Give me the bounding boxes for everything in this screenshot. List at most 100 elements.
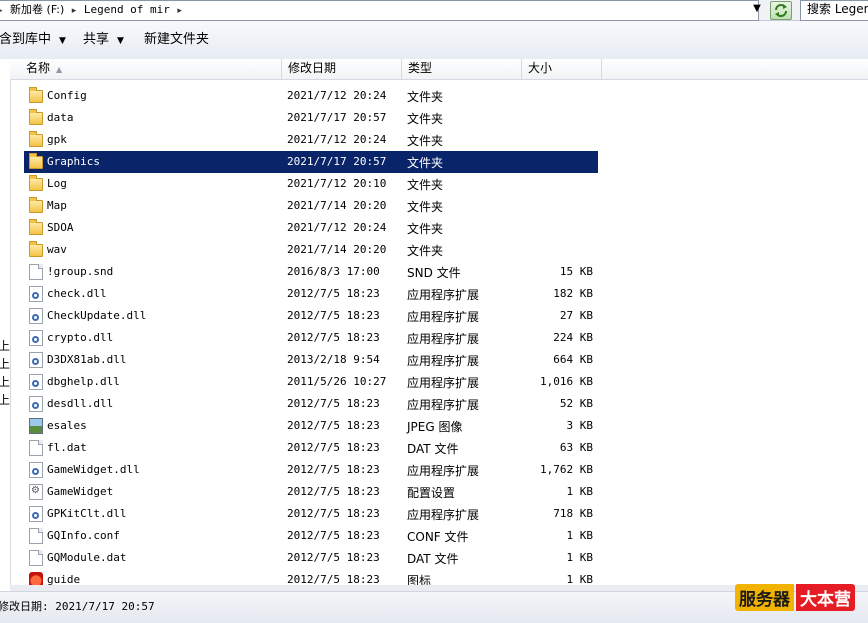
file-list[interactable]: Config 2021/7/12 20:24 文件夹 data 2021/7/17 20…: [10, 85, 868, 585]
dll-icon: [29, 330, 43, 346]
file-modified-date: 2021/7/17 20:57: [287, 155, 387, 168]
column-header-name[interactable]: 名称 ▲: [20, 59, 282, 79]
folder-icon: [29, 175, 43, 191]
file-modified-date: 2012/7/5 18:23: [287, 287, 380, 300]
breadcrumb[interactable]: ▸ 新加卷 (F:) ▸ Legend of mir ▸: [0, 0, 759, 21]
file-name: Map: [47, 199, 67, 212]
column-type-label: 类型: [408, 61, 433, 75]
folder-icon: [29, 153, 43, 169]
column-header-modified[interactable]: 修改日期: [282, 59, 402, 79]
file-row[interactable]: wav 2021/7/14 20:20 文件夹: [24, 239, 598, 261]
file-type: 文件夹: [407, 178, 444, 192]
file-modified-date: 2021/7/12 20:24: [287, 89, 387, 102]
sort-ascending-icon: ▲: [56, 65, 63, 74]
file-modified-date: 2021/7/12 20:24: [287, 221, 387, 234]
file-type: 应用程序扩展: [407, 354, 480, 368]
file-modified-date: 2021/7/17 20:57: [287, 111, 387, 124]
breadcrumb-drive[interactable]: 新加卷 (F:): [10, 3, 64, 16]
file-row[interactable]: crypto.dll 2012/7/5 18:23 应用程序扩展 224 KB: [24, 327, 598, 349]
file-row[interactable]: fl.dat 2012/7/5 18:23 DAT 文件 63 KB: [24, 437, 598, 459]
file-name: SDOA: [47, 221, 74, 234]
address-dropdown-button[interactable]: ▼: [748, 0, 766, 19]
file-row[interactable]: D3DX81ab.dll 2013/2/18 9:54 应用程序扩展 664 KB: [24, 349, 598, 371]
file-name: data: [47, 111, 74, 124]
file-row[interactable]: CheckUpdate.dll 2012/7/5 18:23 应用程序扩展 27 KB: [24, 305, 598, 327]
document-icon: [29, 550, 43, 566]
folder-icon: [29, 241, 43, 257]
file-row[interactable]: Graphics 2021/7/17 20:57 文件夹: [24, 151, 598, 173]
nav-item-fragment[interactable]: 上: [0, 373, 10, 390]
file-type: 应用程序扩展: [407, 332, 480, 346]
file-type: 应用程序扩展: [407, 464, 480, 478]
file-size: 718 KB: [553, 507, 593, 520]
file-name: fl.dat: [47, 441, 87, 454]
watermark-part2: 大本营: [796, 584, 855, 611]
file-modified-date: 2012/7/5 18:23: [287, 419, 380, 432]
file-name: desdll.dll: [47, 397, 114, 410]
include-in-library-label: 包含到库中: [0, 32, 52, 47]
file-row[interactable]: GQModule.dat 2012/7/5 18:23 DAT 文件 1 KB: [24, 547, 598, 569]
file-name: check.dll: [47, 287, 107, 300]
chevron-right-icon[interactable]: ▸: [72, 6, 77, 16]
file-modified-date: 2012/7/5 18:23: [287, 507, 380, 520]
file-size: 63 KB: [559, 441, 593, 454]
refresh-button[interactable]: [770, 1, 792, 20]
file-modified-date: 2016/8/3 17:00: [287, 265, 380, 278]
file-row[interactable]: GPKitClt.dll 2012/7/5 18:23 应用程序扩展 718 KB: [24, 503, 598, 525]
file-type: 文件夹: [407, 222, 444, 236]
document-icon: [29, 528, 43, 544]
dll-icon: [29, 308, 43, 324]
file-name: D3DX81ab.dll: [47, 353, 127, 366]
file-modified-date: 2012/7/5 18:23: [287, 485, 380, 498]
nav-item-fragment[interactable]: 上: [0, 355, 10, 372]
share-button[interactable]: 共享 ▼: [83, 21, 124, 59]
nav-item-fragment[interactable]: 上: [0, 337, 10, 354]
file-row[interactable]: gpk 2021/7/12 20:24 文件夹: [24, 129, 598, 151]
file-row[interactable]: esales 2012/7/5 18:23 JPEG 图像 3 KB: [24, 415, 598, 437]
file-row[interactable]: Map 2021/7/14 20:20 文件夹: [24, 195, 598, 217]
address-bar: ▸ 新加卷 (F:) ▸ Legend of mir ▸ ▼ 搜索 Legend…: [0, 0, 868, 21]
include-in-library-button[interactable]: 包含到库中 ▼: [0, 21, 66, 59]
watermark-logo: 服务器 大本营: [735, 584, 855, 611]
nav-item-fragment[interactable]: 上: [0, 391, 10, 408]
folder-icon: [29, 109, 43, 125]
file-name: guide: [47, 573, 81, 585]
file-size: 664 KB: [553, 353, 593, 366]
file-modified-date: 2011/5/26 10:27: [287, 375, 387, 388]
file-row[interactable]: check.dll 2012/7/5 18:23 应用程序扩展 182 KB: [24, 283, 598, 305]
file-name: GPKitClt.dll: [47, 507, 127, 520]
file-name: Config: [47, 89, 87, 102]
file-name: !group.snd: [47, 265, 114, 278]
file-modified-date: 2021/7/14 20:20: [287, 199, 387, 212]
column-name-label: 名称: [26, 61, 51, 75]
file-type: 文件夹: [407, 156, 444, 170]
file-row[interactable]: guide 2012/7/5 18:23 图标 1 KB: [24, 569, 598, 585]
column-header-size[interactable]: 大小: [522, 59, 602, 79]
file-row[interactable]: Log 2021/7/12 20:10 文件夹: [24, 173, 598, 195]
chevron-right-icon[interactable]: ▸: [0, 6, 3, 16]
file-row[interactable]: data 2021/7/17 20:57 文件夹: [24, 107, 598, 129]
file-size: 3 KB: [566, 419, 594, 432]
file-type: JPEG 图像: [407, 420, 463, 434]
file-type: 文件夹: [407, 200, 444, 214]
file-row[interactable]: GQInfo.conf 2012/7/5 18:23 CONF 文件 1 KB: [24, 525, 598, 547]
file-size: 1 KB: [566, 485, 594, 498]
file-size: 1,016 KB: [540, 375, 593, 388]
file-row[interactable]: !group.snd 2016/8/3 17:00 SND 文件 15 KB: [24, 261, 598, 283]
file-type: DAT 文件: [407, 442, 459, 456]
file-name: Log: [47, 177, 67, 190]
column-header-type[interactable]: 类型: [402, 59, 522, 79]
refresh-icon: [775, 4, 787, 17]
file-row[interactable]: Config 2021/7/12 20:24 文件夹: [24, 85, 598, 107]
file-row[interactable]: desdll.dll 2012/7/5 18:23 应用程序扩展 52 KB: [24, 393, 598, 415]
chevron-right-icon[interactable]: ▸: [177, 6, 182, 16]
file-row[interactable]: SDOA 2021/7/12 20:24 文件夹: [24, 217, 598, 239]
search-input[interactable]: 搜索 Legend of mir: [800, 0, 868, 21]
file-row[interactable]: dbghelp.dll 2011/5/26 10:27 应用程序扩展 1,016 KB: [24, 371, 598, 393]
file-modified-date: 2012/7/5 18:23: [287, 397, 380, 410]
breadcrumb-folder[interactable]: Legend of mir: [84, 3, 170, 16]
file-name: esales: [47, 419, 87, 432]
file-row[interactable]: GameWidget 2012/7/5 18:23 配置设置 1 KB: [24, 481, 598, 503]
new-folder-button[interactable]: 新建文件夹: [144, 21, 209, 59]
file-row[interactable]: GameWidget.dll 2012/7/5 18:23 应用程序扩展 1,762 …: [24, 459, 598, 481]
